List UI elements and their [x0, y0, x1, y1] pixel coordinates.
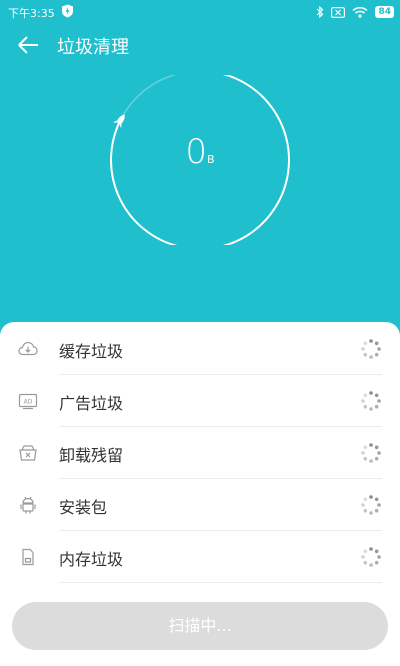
- app-header: 垃圾清理: [0, 28, 400, 62]
- wifi-icon: [352, 6, 368, 18]
- list-item-install-package[interactable]: 安装包: [0, 479, 400, 531]
- arrow-left-icon[interactable]: [15, 32, 41, 58]
- ad-icon: AD: [18, 393, 38, 410]
- loading-spinner-icon: [361, 547, 381, 567]
- status-time: 下午3:35: [8, 7, 55, 20]
- rocket-icon: [113, 114, 125, 128]
- junk-size-unit: B: [207, 153, 215, 166]
- list-item-label: 安装包: [59, 498, 108, 517]
- battery-indicator: 84: [375, 6, 394, 18]
- bluetooth-icon: [317, 6, 324, 18]
- cloud-download-icon: [18, 341, 38, 356]
- shield-icon: [62, 4, 73, 18]
- uninstall-icon: [19, 445, 37, 461]
- memory-card-icon: [22, 548, 34, 566]
- status-bar: 下午3:35 84: [0, 0, 400, 24]
- sim-icon: [331, 6, 346, 18]
- junk-category-panel: 缓存垃圾 AD 广告垃圾 卸载残留 安装包 内存垃圾 扫描中...: [0, 322, 400, 666]
- list-item-memory-junk[interactable]: 内存垃圾: [0, 531, 400, 583]
- list-item-uninstall-residue[interactable]: 卸载残留: [0, 427, 400, 479]
- loading-spinner-icon: [361, 495, 381, 515]
- android-icon: [20, 496, 36, 514]
- list-item-label: 广告垃圾: [59, 394, 124, 413]
- junk-size-readout: 0B: [0, 132, 400, 172]
- loading-spinner-icon: [361, 391, 381, 411]
- list-item-label: 缓存垃圾: [59, 342, 124, 361]
- list-item-ad-junk[interactable]: AD 广告垃圾: [0, 375, 400, 427]
- list-item-label: 内存垃圾: [59, 550, 124, 569]
- list-item-cache-junk[interactable]: 缓存垃圾: [0, 323, 400, 375]
- junk-size-value: 0: [185, 132, 208, 172]
- scanning-button[interactable]: 扫描中...: [12, 602, 388, 650]
- loading-spinner-icon: [361, 339, 381, 359]
- svg-text:AD: AD: [24, 399, 33, 406]
- loading-spinner-icon: [361, 443, 381, 463]
- page-title: 垃圾清理: [57, 37, 129, 58]
- list-item-label: 卸载残留: [59, 446, 124, 465]
- divider: [59, 582, 382, 583]
